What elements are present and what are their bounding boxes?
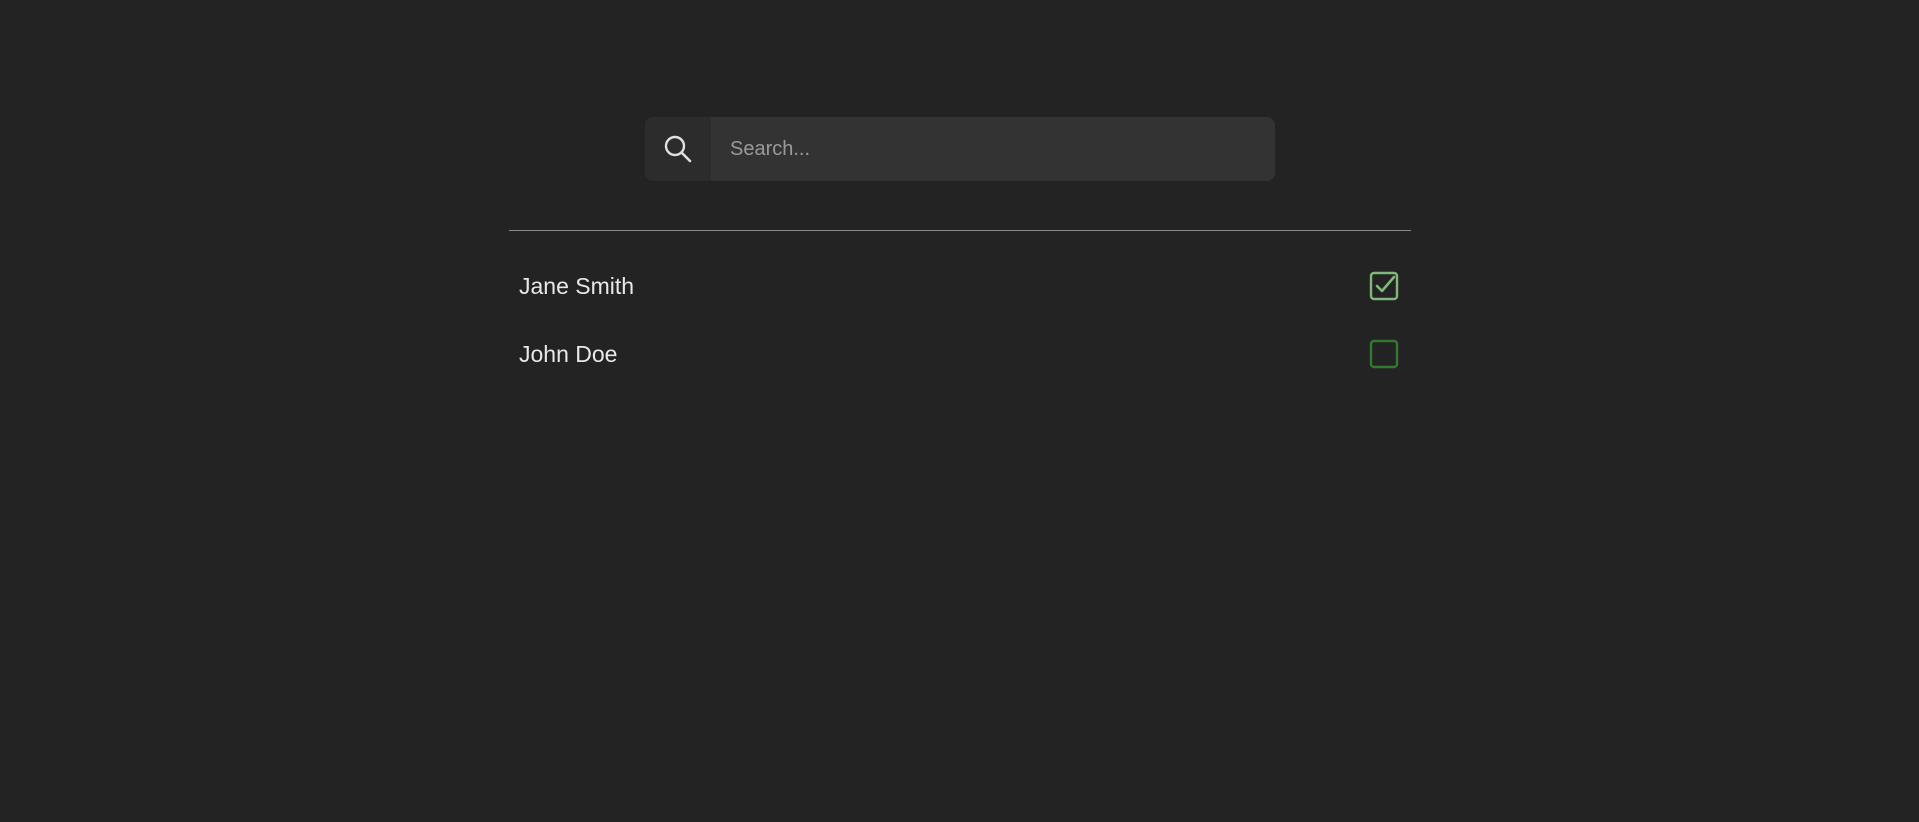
divider	[509, 230, 1411, 231]
checkbox-unchecked[interactable]	[1369, 339, 1399, 369]
app-window: Jane Smith John Doe	[0, 0, 1919, 822]
person-name: John Doe	[519, 340, 618, 367]
search-button[interactable]	[645, 117, 711, 181]
people-list: Jane Smith John Doe	[509, 252, 1411, 388]
search-bar	[645, 117, 1275, 181]
list-item[interactable]: Jane Smith	[509, 252, 1411, 320]
list-item[interactable]: John Doe	[509, 320, 1411, 388]
search-input[interactable]	[711, 117, 1275, 181]
checkbox-checked[interactable]	[1369, 271, 1399, 301]
search-icon	[664, 135, 692, 163]
empty-box-icon	[1369, 339, 1399, 369]
checked-box-icon	[1369, 271, 1399, 301]
person-name: Jane Smith	[519, 272, 635, 299]
